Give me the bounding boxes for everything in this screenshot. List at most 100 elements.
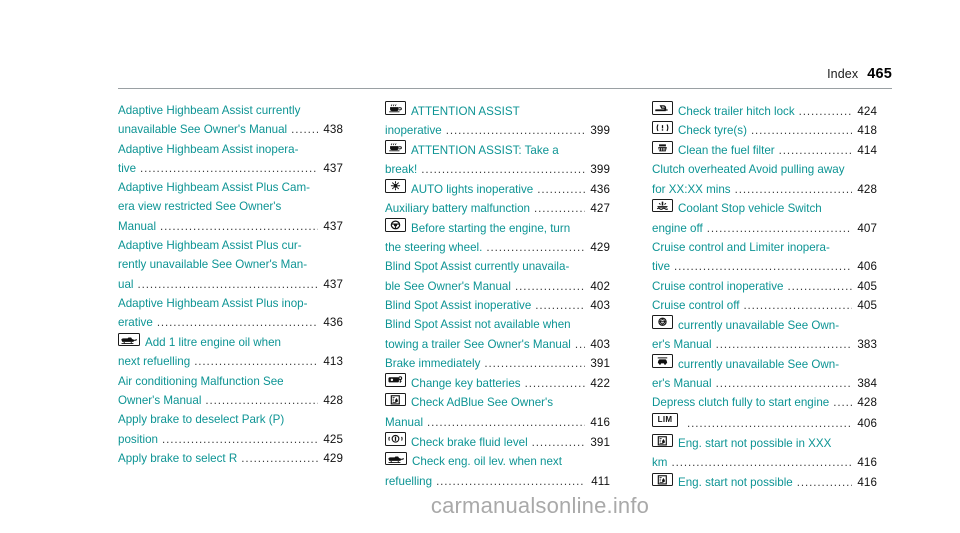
index-entry[interactable]: Apply brake to deselect Park (P) position… — [118, 410, 343, 449]
index-entry-text: Clean the fuel filter — [678, 144, 775, 158]
steering-wheel-icon — [385, 218, 406, 232]
index-entry[interactable]: Blind Spot Assist currently unavaila-ble… — [385, 257, 610, 296]
index-entry-text: Blind Spot Assist not available when — [385, 318, 571, 332]
index-entry[interactable]: Adaptive Highbeam Assist inopera-tive 437 — [118, 140, 343, 179]
index-entry[interactable]: Check AdBlue See Owner's Manual 416 — [385, 392, 610, 432]
index-entry-text: Coolant Stop vehicle Switch — [678, 202, 822, 216]
index-entry[interactable]: Adaptive Highbeam Assist Plus Cam-era vi… — [118, 178, 343, 236]
index-entry-text: unavailable See Owner's Manual — [118, 123, 288, 137]
index-entry[interactable]: Air conditioning Malfunction See Owner's … — [118, 372, 343, 411]
index-entry-line: position 425 — [118, 430, 343, 449]
index-entry-text: ual — [118, 277, 134, 291]
index-entry[interactable]: Cruise control inoperative 405 — [652, 277, 877, 296]
index-entry[interactable]: Before starting the engine, turn the stee… — [385, 218, 610, 257]
entry-page-number: 384 — [857, 377, 877, 391]
index-entry[interactable]: AUTO lights inoperative 436 — [385, 179, 610, 199]
index-entry-text: rently unavailable See Owner's Man- — [118, 258, 308, 272]
index-entry[interactable]: Brake immediately 391 — [385, 354, 610, 373]
index-entry-line: break! 399 — [385, 160, 610, 179]
index-entry[interactable]: Eng. start not possible in XXX km 416 — [652, 433, 877, 473]
leader-dots — [137, 275, 318, 294]
index-entry-text: Cruise control off — [652, 298, 740, 312]
index-entry[interactable]: Check brake fluid level 391 — [385, 432, 610, 452]
index-entry-text: km — [652, 456, 668, 470]
leader-dots — [486, 238, 585, 257]
index-entry-text: Depress clutch fully to start engine — [652, 396, 830, 410]
index-entry-text: er's Manual — [652, 338, 712, 352]
index-entry[interactable]: currently unavailable See Own-er's Manua… — [652, 315, 877, 354]
entry-page-number: 405 — [857, 298, 877, 312]
index-entry-text: Brake immediately — [385, 356, 481, 370]
index-entry-text: tive — [118, 161, 137, 175]
index-entry-line: Add 1 litre engine oil when — [118, 332, 343, 353]
index-entry[interactable]: Blind Spot Assist not available when towi… — [385, 315, 610, 354]
leader-dots — [205, 391, 318, 410]
index-entry-line: unavailable See Owner's Manual 438 — [118, 120, 343, 139]
index-entry-text: Owner's Manual — [118, 393, 202, 407]
index-entry-line: Apply brake to deselect Park (P) — [118, 410, 343, 429]
leader-dots — [707, 219, 852, 238]
leader-dots — [735, 180, 852, 199]
entry-page-number: 402 — [590, 279, 610, 293]
index-entry[interactable]: ATTENTION ASSIST inoperative 399 — [385, 101, 610, 140]
index-entry-line: er's Manual 384 — [652, 374, 877, 393]
leader-dots — [751, 121, 852, 140]
entry-page-number: 436 — [323, 316, 343, 330]
adblue-icon — [652, 472, 673, 487]
entry-page-number: 411 — [591, 474, 610, 488]
index-entry[interactable]: Auxiliary battery malfunction 427 — [385, 199, 610, 218]
leader-dots — [532, 433, 585, 452]
index-entry[interactable]: Check eng. oil lev. when next refuelling 4… — [385, 451, 610, 491]
index-entry-text: inoperative — [385, 123, 442, 137]
index-entry-text: Cruise control inoperative — [652, 279, 784, 293]
index-entry[interactable]: Coolant Stop vehicle Switch engine off 407 — [652, 198, 877, 238]
index-entry[interactable]: Clean the fuel filter 414 — [652, 140, 877, 161]
index-entry-text: currently unavailable See Own- — [678, 318, 840, 332]
index-entry[interactable]: Cruise control and Limiter inopera-tive 4… — [652, 238, 877, 277]
index-entry-line: km 416 — [652, 453, 877, 472]
entry-page-number: 429 — [323, 451, 343, 465]
index-entry-text: Before starting the engine, turn — [411, 221, 571, 235]
leader-dots — [436, 472, 585, 491]
index-entry-text: Check trailer hitch lock — [678, 104, 795, 118]
index-entry[interactable]: Add 1 litre engine oil when next refuelli… — [118, 332, 343, 372]
index-entry[interactable]: Cruise control off 405 — [652, 296, 877, 315]
index-entry-text: Manual — [385, 415, 424, 429]
index-entry[interactable]: Check trailer hitch lock 424 — [652, 101, 877, 121]
index-entry-text: ATTENTION ASSIST — [411, 104, 520, 118]
index-entry-line: Eng. start not possible in XXX — [652, 433, 877, 454]
index-entry-line: next refuelling 413 — [118, 352, 343, 371]
index-entry-line: Adaptive Highbeam Assist Plus Cam- — [118, 178, 343, 197]
index-entry[interactable]: Clutch overheated Avoid pulling away for … — [652, 160, 877, 199]
index-entry-text: Check AdBlue See Owner's — [411, 396, 554, 410]
index-entry-text: tive — [652, 260, 671, 274]
entry-page-number: 424 — [857, 104, 877, 118]
index-entry[interactable]: LIM 406 — [652, 412, 877, 434]
index-entry[interactable]: ATTENTION ASSIST: Take a break! 399 — [385, 140, 610, 179]
index-entry-text: Auxiliary battery malfunction — [385, 201, 530, 215]
index-entry-line: Blind Spot Assist inoperative 403 — [385, 296, 610, 315]
index-entry[interactable]: currently unavailable See Own-er's Manua… — [652, 354, 877, 393]
index-entry[interactable]: Eng. start not possible 416 — [652, 472, 877, 493]
index-entry-text: Apply brake to select R — [118, 451, 238, 465]
entry-page-number: 425 — [323, 432, 343, 446]
index-entry-line: ATTENTION ASSIST: Take a — [385, 140, 610, 160]
auto-lights-icon — [385, 179, 406, 193]
index-entry-text: Cruise control and Limiter inopera- — [652, 241, 830, 255]
index-entry[interactable]: Depress clutch fully to start engine 428 — [652, 393, 877, 412]
index-entry[interactable]: Blind Spot Assist inoperative 403 — [385, 296, 610, 315]
index-entry[interactable]: Adaptive Highbeam Assist Plus cur-rently… — [118, 236, 343, 294]
index-entry[interactable]: Change key batteries 422 — [385, 373, 610, 393]
page-number: 465 — [867, 66, 892, 82]
entry-page-number: 413 — [323, 355, 343, 369]
index-entry[interactable]: Adaptive Highbeam Assist Plus inop-erati… — [118, 294, 343, 333]
leader-dots — [194, 352, 318, 371]
index-entry-line: ual 437 — [118, 275, 343, 294]
index-entry[interactable]: Adaptive Highbeam Assist currently unavai… — [118, 101, 343, 140]
index-entry-text: towing a trailer See Owner's Manual — [385, 337, 571, 351]
index-entry-text: Eng. start not possible — [678, 476, 793, 490]
index-entry[interactable]: Check tyre(s) 418 — [652, 120, 877, 141]
brake-fluid-icon — [385, 432, 406, 446]
index-entry[interactable]: Apply brake to select R 429 — [118, 449, 343, 468]
entry-page-number: 406 — [857, 417, 877, 431]
